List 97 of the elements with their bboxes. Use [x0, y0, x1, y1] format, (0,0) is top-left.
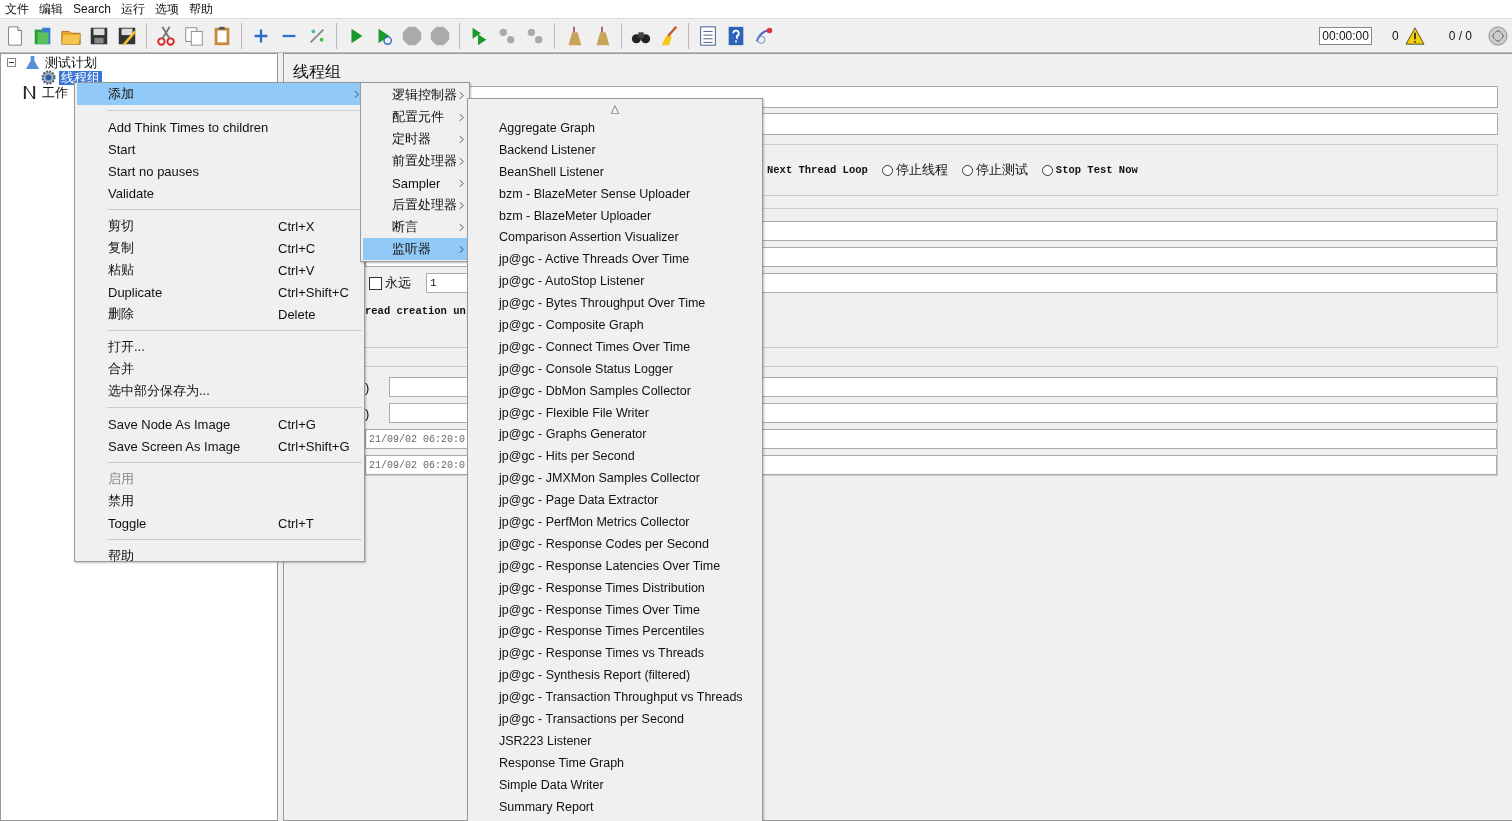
- collapse-icon[interactable]: [7, 58, 16, 67]
- thread-count: 0 / 0: [1448, 28, 1472, 43]
- menu-item[interactable]: Validate: [77, 182, 362, 204]
- menu-item[interactable]: jp@gc - Transactions per Second: [468, 708, 762, 730]
- menu-item[interactable]: 删除 Delete: [77, 303, 362, 325]
- menu-item[interactable]: Search: [73, 2, 112, 16]
- warning-icon[interactable]: [1404, 26, 1425, 45]
- radio-button[interactable]: 停止测试: [961, 161, 1028, 179]
- chevron-icon: [459, 222, 464, 232]
- menu-item[interactable]: 粘贴 Ctrl+V: [77, 259, 362, 281]
- menu-item[interactable]: 帮助: [77, 545, 362, 567]
- error-count: 0: [1391, 28, 1399, 43]
- menu-item[interactable]: jp@gc - PerfMon Metrics Collector: [468, 511, 762, 533]
- menu-item[interactable]: Save Screen As Image Ctrl+Shift+G: [77, 435, 362, 457]
- copy-icon[interactable]: [183, 24, 205, 47]
- flask-icon: [25, 55, 40, 70]
- field-label: ): [365, 405, 371, 421]
- menu-item[interactable]: 断言: [363, 216, 467, 238]
- menu-item[interactable]: Comparison Assertion Visualizer: [468, 226, 762, 249]
- menu-item[interactable]: jp@gc - Active Threads Over Time: [468, 248, 762, 271]
- menu-item[interactable]: jp@gc - Connect Times Over Time: [468, 335, 762, 358]
- menu-item[interactable]: 合并: [77, 358, 362, 380]
- tree-item[interactable]: 工作: [40, 85, 70, 100]
- menu-item[interactable]: 帮助: [189, 0, 214, 18]
- chevron-icon: [459, 90, 464, 100]
- menu-item[interactable]: jp@gc - Response Latencies Over Time: [468, 554, 762, 577]
- workbench-icon: [22, 85, 37, 100]
- radio-button[interactable]: 停止线程: [881, 161, 948, 179]
- radio-button[interactable]: Stop Test Now: [1041, 164, 1138, 176]
- checkbox[interactable]: [369, 276, 382, 290]
- menu-item[interactable]: jp@gc - Response Codes per Second: [468, 532, 762, 555]
- menu-item[interactable]: Add Think Times to children: [77, 116, 362, 138]
- menu-item[interactable]: jp@gc - Response Times Distribution: [468, 576, 762, 599]
- chevron-icon: [459, 244, 464, 254]
- option-label: read creation un: [365, 305, 467, 317]
- menu-item[interactable]: 定时器: [363, 128, 467, 150]
- field-label: ): [365, 379, 371, 395]
- chevron-icon: [459, 200, 464, 210]
- menu-item[interactable]: Sampler: [363, 172, 467, 194]
- menu-item[interactable]: Backend Listener: [468, 138, 762, 161]
- menu-item[interactable]: bzm - BlazeMeter Sense Uploader: [468, 182, 762, 205]
- menu-item[interactable]: jp@gc - Console Status Logger: [468, 357, 762, 380]
- menu-item[interactable]: 运行: [121, 0, 146, 18]
- menu-item[interactable]: 后置处理器: [363, 194, 467, 216]
- checkbox-label: 永远: [385, 274, 412, 292]
- chevron-icon: [354, 89, 359, 99]
- menu-item[interactable]: Toggle Ctrl+T: [77, 512, 362, 534]
- scroll-up-arrow[interactable]: △: [610, 101, 620, 115]
- menu-item[interactable]: Save Node As Image Ctrl+G: [77, 413, 362, 435]
- menu-item[interactable]: Start no pauses: [77, 160, 362, 182]
- menu-item[interactable]: 复制 Ctrl+C: [77, 237, 362, 259]
- chevron-icon: [459, 134, 464, 144]
- menu-item[interactable]: 添加: [77, 83, 362, 105]
- menu-item[interactable]: jp@gc - Bytes Throughput Over Time: [468, 292, 762, 314]
- menu-item[interactable]: jp@gc - Composite Graph: [468, 314, 762, 336]
- menu-item[interactable]: 前置处理器: [363, 150, 467, 172]
- menu-item[interactable]: 剪切 Ctrl+X: [77, 215, 362, 237]
- menu-item[interactable]: bzm - BlazeMeter Uploader: [468, 204, 762, 227]
- menu-item[interactable]: Duplicate Ctrl+Shift+C: [77, 281, 362, 303]
- gear-icon: [41, 70, 56, 85]
- menu-item[interactable]: 文件: [5, 0, 29, 18]
- chevron-icon: [459, 156, 464, 166]
- menu-item[interactable]: 逻辑控制器: [363, 84, 467, 106]
- chevron-icon: [459, 178, 464, 188]
- menu-item[interactable]: JSR223 Listener: [468, 729, 762, 752]
- menu-item[interactable]: jp@gc - Transaction Throughput vs Threads: [468, 686, 762, 709]
- panel-title: 线程组: [292, 62, 342, 82]
- menu-item[interactable]: 打开...: [77, 336, 362, 358]
- menu-item[interactable]: Simple Data Writer: [468, 773, 762, 796]
- cut-icon[interactable]: [155, 24, 177, 47]
- octagon-icon[interactable]: [429, 24, 451, 47]
- menu-item[interactable]: 选项: [155, 0, 180, 18]
- option-label: Next Thread Loop: [767, 164, 868, 176]
- menu-item[interactable]: jp@gc - Response Times vs Threads: [468, 642, 762, 665]
- chevron-icon: [459, 112, 464, 122]
- list-icon[interactable]: [697, 24, 719, 47]
- elapsed-time: 00:00:00: [1319, 26, 1372, 45]
- menu-item[interactable]: Response Time Graph: [468, 751, 762, 774]
- menu-item[interactable]: jp@gc - Flexible File Writer: [468, 401, 762, 424]
- menu-item[interactable]: jp@gc - AutoStop Listener: [468, 270, 762, 293]
- menu-item[interactable]: 监听器: [363, 238, 467, 260]
- menu-item[interactable]: 编辑: [39, 0, 63, 18]
- menu-item[interactable]: Aggregate Graph: [468, 117, 762, 139]
- menu-item[interactable]: jp@gc - Synthesis Report (filtered): [468, 664, 762, 687]
- menu-item[interactable]: Start: [77, 138, 362, 160]
- menu-item[interactable]: BeanShell Listener: [468, 160, 762, 183]
- menu-item[interactable]: 禁用: [77, 490, 362, 512]
- menu-item[interactable]: jp@gc - DbMon Samples Collector: [468, 379, 762, 402]
- tree-item[interactable]: 测试计划: [43, 55, 99, 70]
- menu-item[interactable]: Summary Report: [468, 795, 762, 818]
- menu-item[interactable]: 选中部分保存为...: [77, 380, 362, 402]
- menu-item[interactable]: jp@gc - Response Times Percentiles: [468, 620, 762, 643]
- menu-item[interactable]: 配置元件: [363, 106, 467, 128]
- menu-item[interactable]: jp@gc - Page Data Extractor: [468, 489, 762, 512]
- stop-icon[interactable]: [401, 24, 423, 47]
- menu-item[interactable]: jp@gc - Response Times Over Time: [468, 598, 762, 621]
- remote-status-icon[interactable]: [1488, 25, 1508, 46]
